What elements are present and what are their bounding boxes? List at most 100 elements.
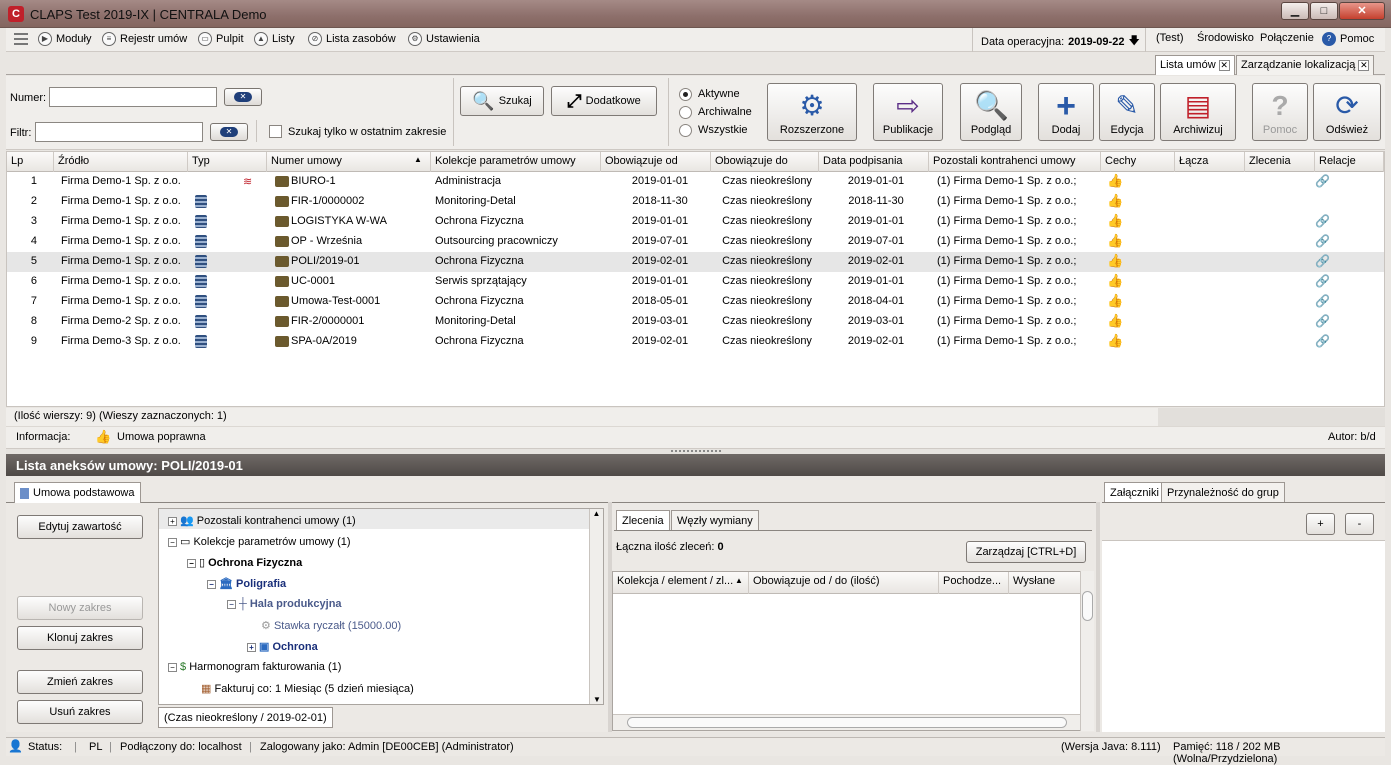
radio-archived[interactable]: [679, 106, 692, 119]
operational-date[interactable]: Data operacyjna: 2019-09-22 🡇: [981, 32, 1140, 51]
table-row[interactable]: 8 Firma Demo-2 Sp. z o.o. FIR-2/0000001 Mon…: [7, 312, 1384, 332]
help-button[interactable]: ? Pomoc: [1252, 83, 1308, 141]
only-last-scope-checkbox[interactable]: [269, 125, 282, 138]
tree-node-invoice-every[interactable]: ▦ Fakturuj co: 1 Miesiąc (5 dzień miesią…: [201, 682, 414, 695]
table-row[interactable]: 6 Firma Demo-1 Sp. z o.o. UC-0001 Serwis sp…: [7, 272, 1384, 292]
menu-modules[interactable]: ▶ Moduły: [38, 32, 91, 46]
menu-register[interactable]: ≡ Rejestr umów: [102, 32, 187, 46]
tab-attachments[interactable]: Załączniki: [1104, 482, 1165, 503]
tree-node-poligrafia[interactable]: − 🏛 Poligrafia: [207, 577, 286, 590]
manage-button[interactable]: Zarządzaj [CTRL+D]: [966, 541, 1086, 563]
relation-link-icon[interactable]: 🔗: [1315, 254, 1330, 268]
edit-content-button[interactable]: Edytuj zawartość: [17, 515, 143, 539]
col-counterparties[interactable]: Pozostali kontrahenci umowy: [929, 152, 1101, 172]
table-row[interactable]: 5 Firma Demo-1 Sp. z o.o. POLI/2019-01 Ochr…: [7, 252, 1384, 272]
extra-button[interactable]: ⤢ Dodatkowe: [551, 86, 657, 116]
menu-environment[interactable]: Środowisko: [1197, 32, 1254, 44]
col-collections[interactable]: Kolekcje parametrów umowy: [431, 152, 601, 172]
menu-lists[interactable]: ▲ Listy: [254, 32, 295, 46]
close-tab-icon[interactable]: ✕: [1218, 59, 1230, 71]
maximize-button[interactable]: □: [1310, 2, 1338, 20]
menu-desktop[interactable]: ▭ Pulpit: [198, 32, 244, 46]
relation-link-icon[interactable]: 🔗: [1315, 314, 1330, 328]
minimize-button[interactable]: ▁: [1281, 2, 1309, 20]
col-lp[interactable]: Lp: [7, 152, 54, 172]
hamburger-menu-icon[interactable]: [14, 33, 28, 45]
tree-node-collections[interactable]: − ▭ Kolekcje parametrów umowy (1): [168, 535, 351, 548]
menu-settings[interactable]: ⚙ Ustawienia: [408, 32, 480, 46]
menu-help[interactable]: ? Pomoc: [1322, 32, 1374, 46]
col-source[interactable]: Źródło: [54, 152, 188, 172]
clone-scope-button[interactable]: Klonuj zakres: [17, 626, 143, 650]
table-row[interactable]: 9 Firma Demo-3 Sp. z o.o. SPA-0A/2019 Ochro…: [7, 332, 1384, 352]
archive-button[interactable]: ▤ Archiwizuj: [1160, 83, 1236, 141]
table-row[interactable]: 2 Firma Demo-1 Sp. z o.o. FIR-1/0000002 Mon…: [7, 192, 1384, 212]
relation-link-icon[interactable]: 🔗: [1315, 234, 1330, 248]
relation-link-icon[interactable]: 🔗: [1315, 214, 1330, 228]
table-row[interactable]: 1 Firma Demo-1 Sp. z o.o. BIURO-1 Administr…: [7, 172, 1384, 192]
menu-connection[interactable]: Połączenie: [1260, 32, 1314, 44]
tree-node-flat-rate[interactable]: ⚙ Stawka ryczałt (15000.00): [261, 619, 401, 632]
clear-number-button[interactable]: ✕: [224, 88, 262, 106]
filter-input[interactable]: [35, 122, 203, 142]
table-row[interactable]: 3 Firma Demo-1 Sp. z o.o. LOGISTYKA W-WA Oc…: [7, 212, 1384, 232]
change-scope-button[interactable]: Zmień zakres: [17, 670, 143, 694]
col-valid-from[interactable]: Obowiązuje od: [601, 152, 711, 172]
col-sent[interactable]: Wysłane: [1009, 572, 1085, 594]
refresh-button[interactable]: ⟳ Odśwież: [1313, 83, 1381, 141]
clear-filter-button[interactable]: ✕: [210, 123, 248, 141]
tab-base-contract[interactable]: Umowa podstawowa: [14, 482, 141, 503]
search-button[interactable]: 🔍 Szukaj: [460, 86, 544, 116]
add-button[interactable]: + Dodaj: [1038, 83, 1094, 141]
radio-active[interactable]: [679, 88, 692, 101]
number-input[interactable]: [49, 87, 217, 107]
col-valid-range[interactable]: Obowiązuje od / do (ilość): [749, 572, 939, 594]
preview-button[interactable]: 🔍 Podgląd: [960, 83, 1022, 141]
col-signed[interactable]: Data podpisania: [819, 152, 929, 172]
col-features[interactable]: Cechy: [1101, 152, 1175, 172]
tree-node-counterparties[interactable]: + 👥 Pozostali kontrahenci umowy (1): [168, 514, 356, 527]
table-row[interactable]: 7 Firma Demo-1 Sp. z o.o. Umowa-Test-0001 O…: [7, 292, 1384, 312]
close-button[interactable]: ✕: [1339, 2, 1385, 20]
orders-horizontal-scrollbar[interactable]: [613, 714, 1085, 730]
relation-link-icon[interactable]: 🔗: [1315, 334, 1330, 348]
table-row[interactable]: 4 Firma Demo-1 Sp. z o.o. OP - Września Out…: [7, 232, 1384, 252]
new-scope-button[interactable]: Nowy zakres: [17, 596, 143, 620]
col-collection[interactable]: Kolekcja / element / zl... ▲: [613, 572, 749, 594]
col-links[interactable]: Łącza: [1175, 152, 1245, 172]
tree-node-security[interactable]: + ▣ Ochrona: [247, 640, 318, 653]
tab-group-membership[interactable]: Przynależność do grup: [1161, 482, 1285, 503]
edit-button[interactable]: ✎ Edycja: [1099, 83, 1155, 141]
col-orders[interactable]: Zlecenia: [1245, 152, 1315, 172]
relation-link-icon[interactable]: 🔗: [1315, 174, 1330, 188]
tree-node-invoicing[interactable]: − $ Harmonogram fakturowania (1): [168, 661, 341, 673]
tab-orders[interactable]: Zlecenia: [616, 510, 670, 531]
relation-link-icon[interactable]: 🔗: [1315, 294, 1330, 308]
tree-node-production-hall[interactable]: − ┼ Hala produkcyjna: [227, 598, 342, 610]
row-collection: Ochrona Fizyczna: [435, 255, 524, 267]
orders-vertical-scrollbar[interactable]: [1080, 571, 1094, 731]
close-tab-icon[interactable]: ✕: [1358, 59, 1370, 71]
col-origin[interactable]: Pochodze...: [939, 572, 1009, 594]
relation-link-icon[interactable]: 🔗: [1315, 274, 1330, 288]
publication-button[interactable]: ⇨ Publikacje: [873, 83, 943, 141]
col-valid-to[interactable]: Obowiązuje do: [711, 152, 819, 172]
col-type[interactable]: Typ: [188, 152, 267, 172]
radio-all[interactable]: [679, 124, 692, 137]
col-number[interactable]: Numer umowy ▲: [267, 152, 431, 172]
tab-contracts-list[interactable]: Lista umów ✕: [1155, 55, 1235, 75]
add-attachment-button[interactable]: +: [1306, 513, 1335, 535]
menu-resources[interactable]: ⊘ Lista zasobów: [308, 32, 396, 46]
tree-node-physical-security[interactable]: − ▯ Ochrona Fizyczna: [187, 556, 302, 569]
row-valid-to: Czas nieokreślony: [722, 235, 812, 247]
tree-vertical-scrollbar[interactable]: ▲ ▼: [589, 509, 603, 704]
horizontal-scrollbar[interactable]: [1158, 408, 1385, 426]
scope-tab[interactable]: (Czas nieokreślony / 2019-02-01): [158, 707, 333, 728]
remove-attachment-button[interactable]: -: [1345, 513, 1374, 535]
tab-location-management[interactable]: Zarządzanie lokalizacją ✕: [1236, 55, 1375, 75]
splitter[interactable]: [1096, 502, 1100, 732]
delete-scope-button[interactable]: Usuń zakres: [17, 700, 143, 724]
col-relations[interactable]: Relacje: [1315, 152, 1384, 172]
tab-exchange-nodes[interactable]: Węzły wymiany: [671, 510, 759, 531]
extended-button[interactable]: ⚙ Rozszerzone: [767, 83, 857, 141]
